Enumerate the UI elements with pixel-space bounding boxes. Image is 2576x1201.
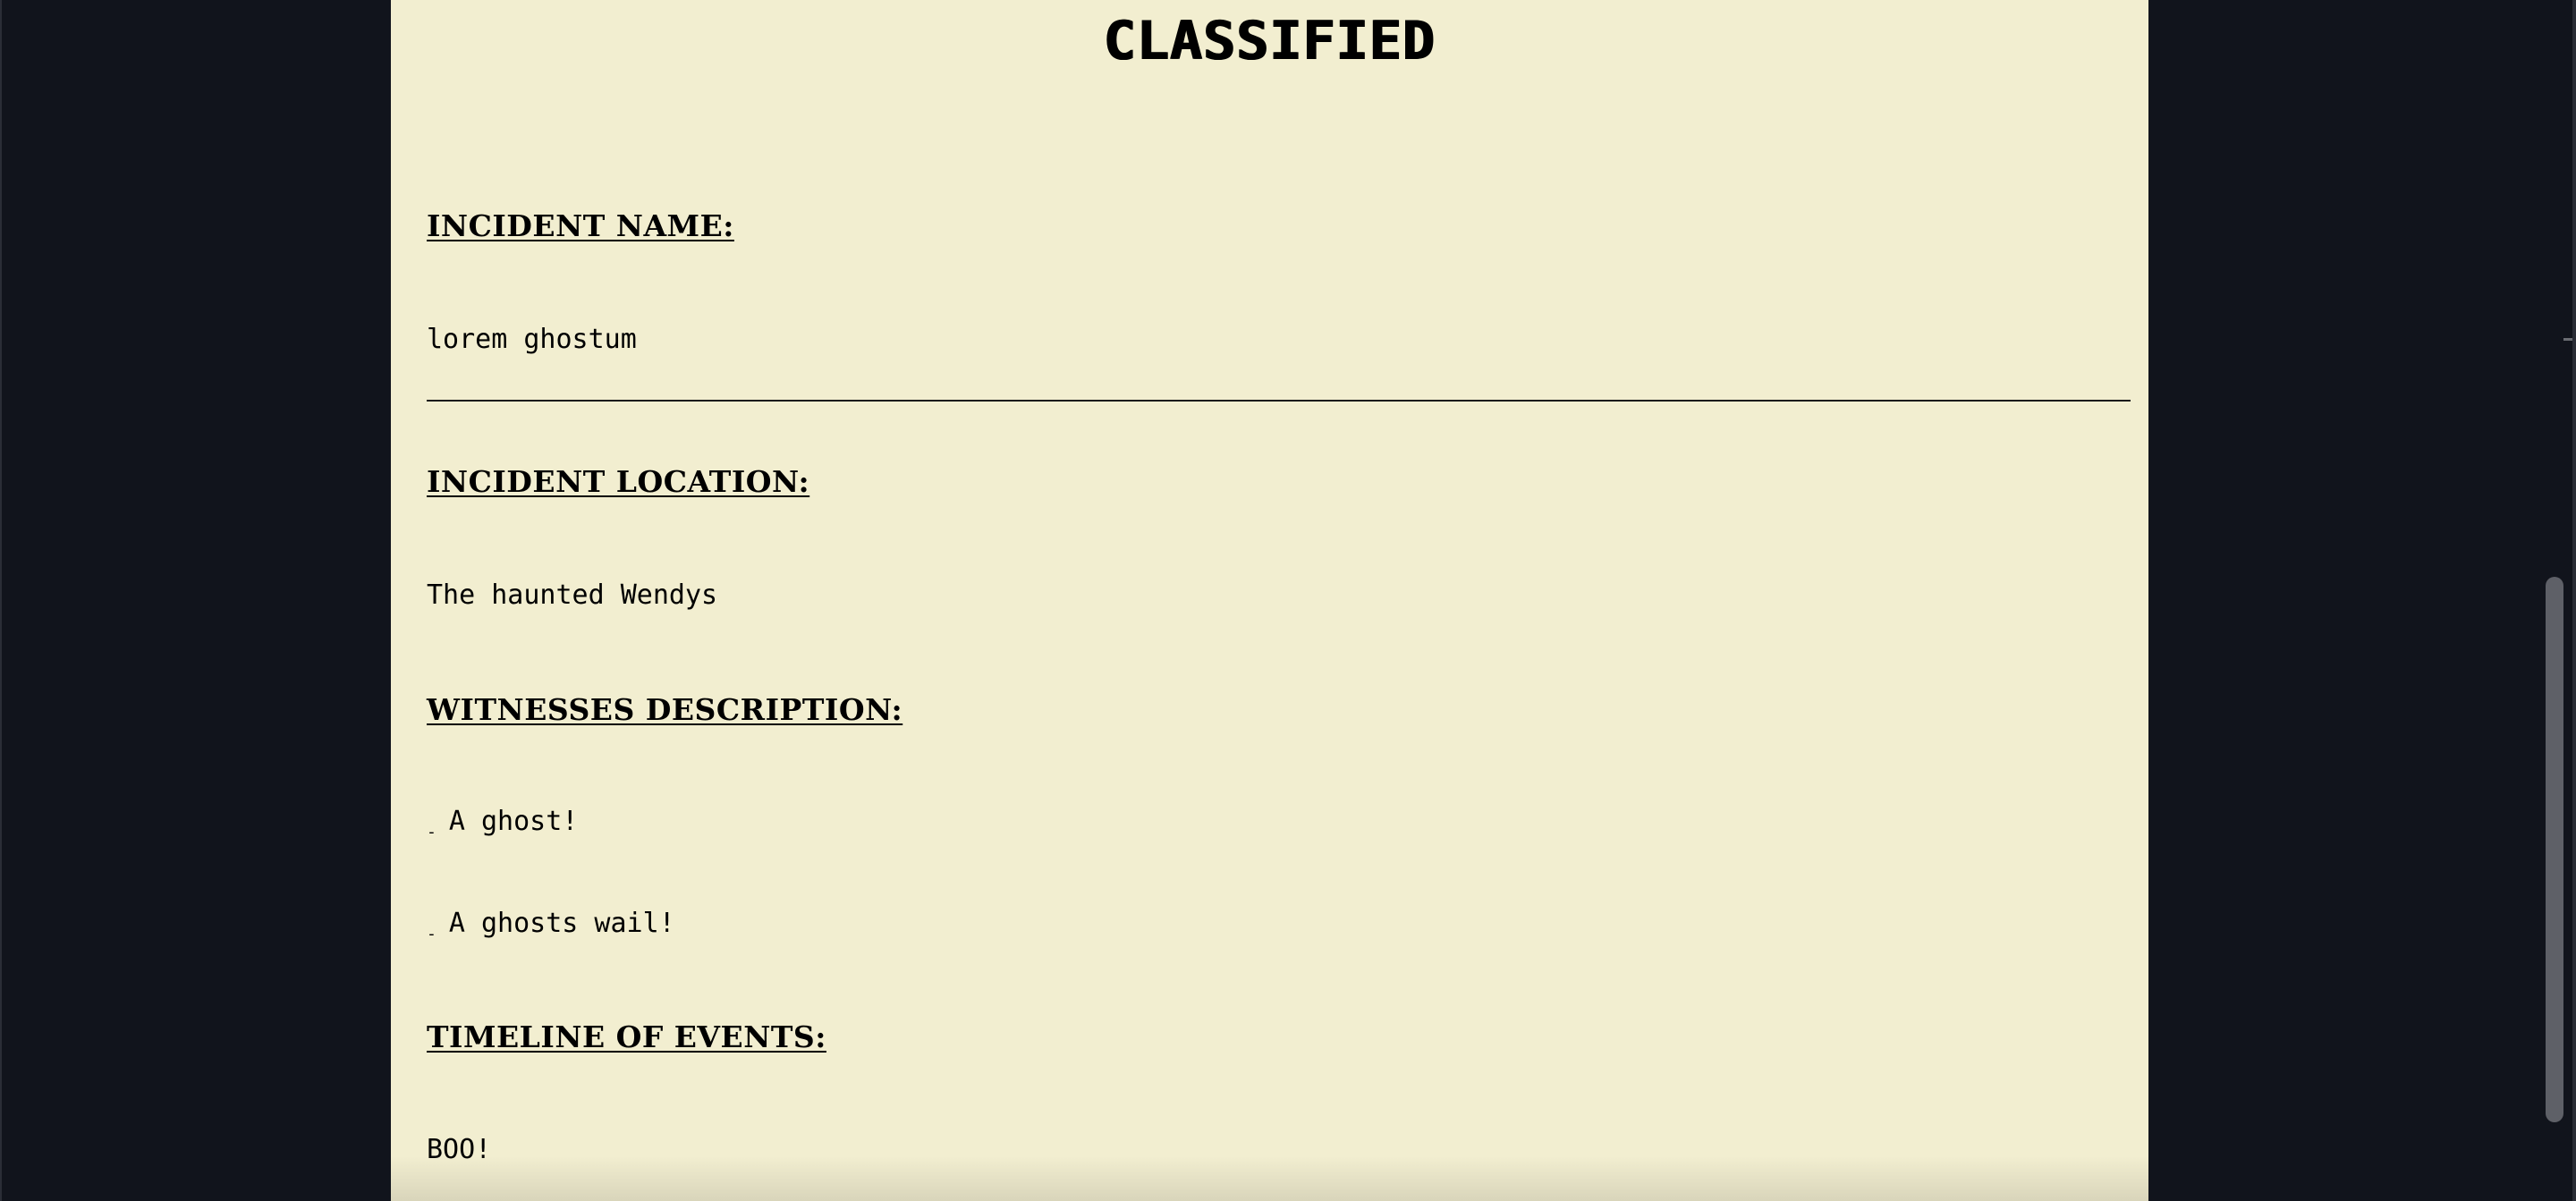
window-left-edge xyxy=(0,0,2,1201)
incident-location-heading: INCIDENT LOCATION: xyxy=(427,464,810,499)
witness-list-item: -A ghosts wail! xyxy=(427,906,675,952)
scrollbar-thumb[interactable] xyxy=(2546,577,2563,1122)
classified-report-paper: CLASSIFIED INCIDENT NAME: lorem ghostum … xyxy=(391,0,2148,1201)
witnesses-description-heading: WITNESSES DESCRIPTION: xyxy=(427,692,903,727)
incident-location-value: The haunted Wendys xyxy=(427,579,718,611)
timeline-of-events-heading: TIMELINE OF EVENTS: xyxy=(427,1019,826,1054)
bullet-mark: - xyxy=(427,823,436,842)
window-right-edge xyxy=(2572,0,2576,1201)
paper-bottom-shadow xyxy=(391,1156,2148,1201)
bullet-mark: - xyxy=(427,925,436,943)
timeline-of-events-value: BOO! xyxy=(427,1134,492,1165)
incident-name-heading: INCIDENT NAME: xyxy=(427,208,734,243)
incident-name-value: lorem ghostum xyxy=(427,324,637,355)
section-divider xyxy=(427,400,2131,402)
witness-item-text: A ghosts wail! xyxy=(448,908,675,939)
witness-list-item: -A ghost! xyxy=(427,804,578,850)
report-title: CLASSIFIED xyxy=(1103,10,1436,72)
witness-item-text: A ghost! xyxy=(448,806,579,837)
